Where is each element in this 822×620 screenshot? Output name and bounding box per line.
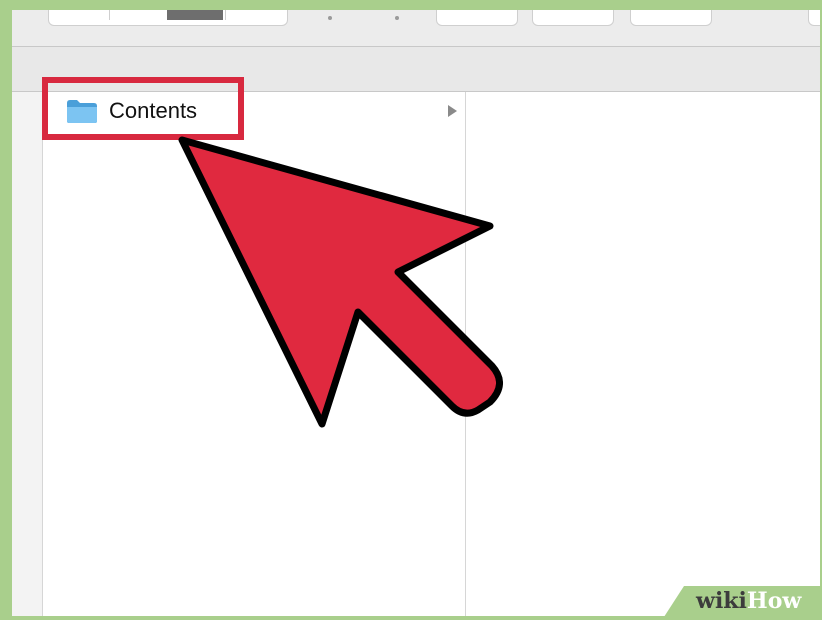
watermark-wiki: wiki bbox=[696, 588, 747, 614]
wikihow-watermark: wikiHow bbox=[662, 586, 822, 620]
sidebar bbox=[12, 92, 43, 616]
share-button[interactable] bbox=[630, 10, 712, 26]
watermark-how: How bbox=[746, 588, 802, 614]
browser-column-1: Contents bbox=[43, 92, 466, 616]
column-view-button[interactable] bbox=[167, 10, 223, 20]
watermark-logo: wikiHow bbox=[696, 588, 801, 614]
toolbar: ••• bbox=[12, 10, 820, 47]
browser-column-2 bbox=[466, 92, 820, 616]
action-button[interactable] bbox=[532, 10, 614, 26]
highlight-box bbox=[42, 77, 244, 140]
arrange-button[interactable]: ••• bbox=[436, 1, 518, 26]
disclosure-triangle-icon[interactable] bbox=[448, 105, 457, 117]
view-mode-segmented-control[interactable] bbox=[48, 10, 288, 26]
search-field[interactable] bbox=[808, 10, 820, 26]
ellipsis-icon: ••• bbox=[469, 1, 485, 15]
toolbar-separator-dot bbox=[328, 16, 332, 20]
segment-divider bbox=[225, 10, 226, 20]
toolbar-separator-dot bbox=[395, 16, 399, 20]
segment-divider bbox=[109, 10, 110, 20]
